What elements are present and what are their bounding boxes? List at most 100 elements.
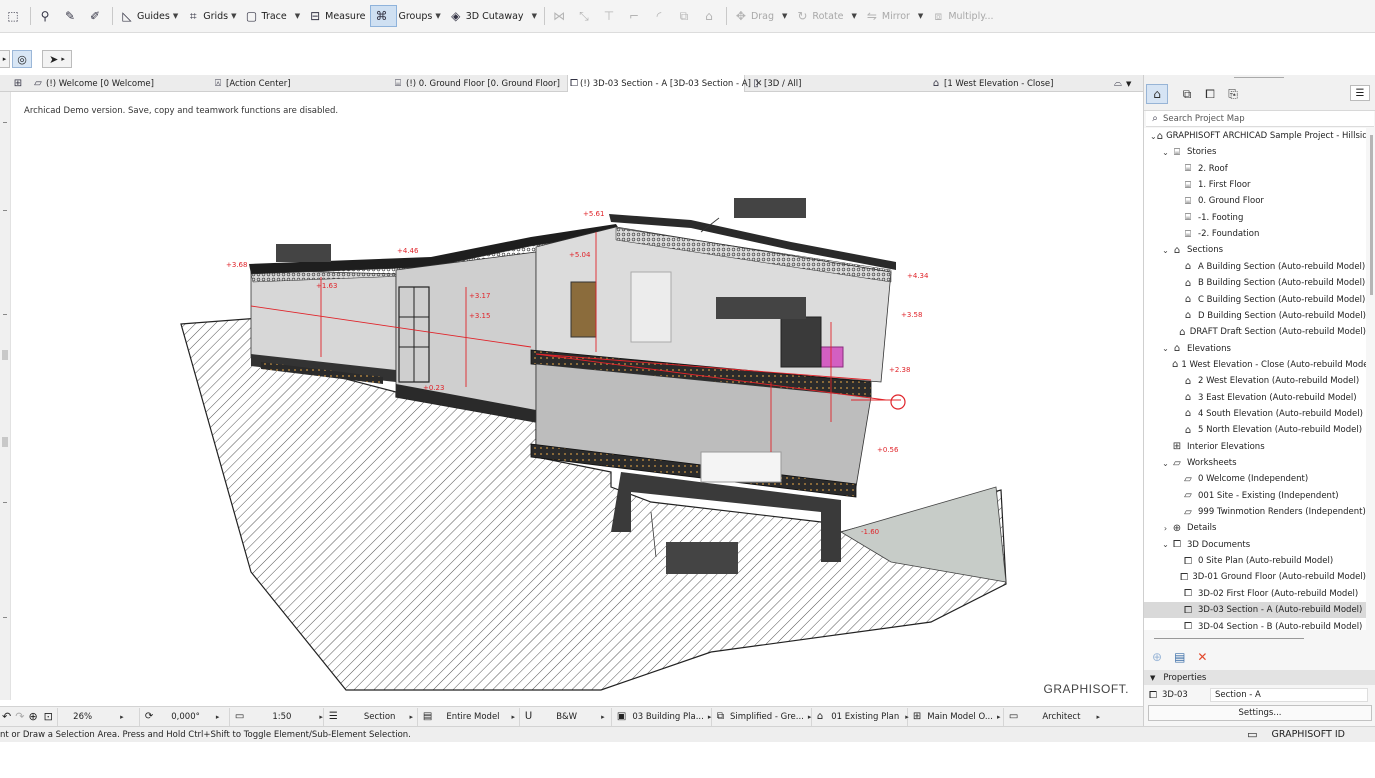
new-view-icon[interactable]: ⊕ [1152, 650, 1162, 664]
tab-overflow-menu[interactable]: ⌓ ▼ [1110, 75, 1142, 92]
tree-item[interactable]: ⌂ 4 South Elevation (Auto-rebuild Model) [1144, 406, 1366, 422]
tree-item[interactable]: ⌂ A Building Section (Auto-rebuild Model) [1144, 259, 1366, 275]
tree-item[interactable]: ⧠ 0 Site Plan (Auto-rebuild Model) [1144, 553, 1366, 569]
orientation-dropdown[interactable]: ⟳ 0,000° ▸ [140, 707, 230, 726]
inject-button[interactable]: ✐ [84, 5, 109, 27]
tree-item[interactable]: ⌂ 1 West Elevation - Close (Auto-rebuild … [1144, 357, 1366, 373]
tree-item[interactable]: ⌄ ⌂ Sections [1144, 242, 1366, 258]
tree-item[interactable]: ⌄ ⌸ Stories [1144, 144, 1366, 160]
tree-item[interactable]: ⌂ DRAFT Draft Section (Auto-rebuild Model… [1144, 324, 1366, 340]
redo-zoom-button[interactable]: ↷ [13, 708, 26, 726]
tab-layout-toggle[interactable]: ⊞ [10, 75, 28, 92]
chevron-down-icon[interactable]: ⌄ [1161, 540, 1170, 549]
chevron-down-icon[interactable]: ⌄ [1161, 344, 1170, 353]
tree-item[interactable]: ▱ 001 Site - Existing (Independent) [1144, 488, 1366, 504]
tree-item[interactable]: ⧠ 3D-03 Section - A (Auto-rebuild Model) [1144, 602, 1366, 619]
groups-label[interactable]: Groups ▼ [397, 5, 445, 27]
chevron-down-icon[interactable]: ▼ [782, 12, 787, 20]
tab-welcome[interactable]: ▱ (!) Welcome [0 Welcome] [30, 75, 205, 92]
tab-action-center[interactable]: ⍓ [Action Center] [210, 75, 385, 92]
arrow-tool-button[interactable]: ➤ ▸ [42, 50, 72, 68]
view-name-field[interactable]: Section - A [1210, 688, 1368, 702]
user-role-dropdown[interactable]: ▭ Architect ▸ [1004, 708, 1100, 726]
tree-item[interactable]: ⧠ 3D-02 First Floor (Auto-rebuild Model) [1144, 586, 1366, 602]
tab-west-elevation[interactable]: ⌂ [1 West Elevation - Close] [928, 75, 1108, 92]
tab-publisher-sets[interactable]: ⎘ [1222, 84, 1244, 104]
multiply-button[interactable]: ⧈ Multiply... [927, 5, 997, 27]
chevron-down-icon[interactable]: ⌄ [1161, 459, 1170, 468]
chevron-down-icon[interactable]: ▼ [435, 12, 440, 20]
dimension-standard-dropdown[interactable]: ⊞ Main Model O... ▸ [908, 707, 1004, 726]
chevron-down-icon[interactable]: ⌄ [1161, 148, 1170, 157]
grids-button[interactable]: ⌗ Grids ▼ [182, 5, 240, 27]
tree-item[interactable]: ⌂ D Building Section (Auto-rebuild Model) [1144, 308, 1366, 324]
delete-icon[interactable]: ✕ [1197, 650, 1207, 664]
tree-item[interactable]: ⌄ ▱ Worksheets [1144, 455, 1366, 471]
chevron-down-icon[interactable]: ⌄ [1161, 246, 1170, 255]
model-view-options-dropdown[interactable]: ⧉ Simplified - Gre... ▸ [712, 707, 812, 726]
tree-scrollbar[interactable] [1370, 135, 1373, 295]
project-map-search[interactable]: ⌕ Search Project Map [1146, 111, 1374, 127]
trace-button[interactable]: ▢ Trace ▼ [241, 5, 305, 27]
view-type-dropdown[interactable]: ☰ Section ▸ [324, 707, 418, 726]
layer-combination-dropdown[interactable]: ▣ 03 Building Pla... ▸ [612, 707, 712, 726]
tree-item[interactable]: ⌂ 3 East Elevation (Auto-rebuild Model) [1144, 390, 1366, 406]
pick-up-button[interactable]: ⚲ [34, 5, 59, 27]
3d-document-viewport[interactable]: Archicad Demo version. Save, copy and te… [10, 92, 1143, 700]
intersect-button[interactable]: ⊤ [598, 5, 623, 27]
tree-item[interactable]: ⌄ ⌂ Elevations [1144, 341, 1366, 357]
tree-item[interactable]: ⌂ 5 North Elevation (Auto-rebuild Model) [1144, 422, 1366, 438]
drag-button[interactable]: ✥ Drag ▼ [730, 5, 791, 27]
tab-layout-book[interactable]: ⧠ [1199, 84, 1221, 104]
tab-view-map[interactable]: ⧉ [1176, 84, 1198, 104]
chevron-right-icon[interactable]: › [1161, 524, 1170, 533]
mirror-button[interactable]: ⇋ Mirror ▼ [861, 5, 927, 27]
groups-button[interactable]: ⌘ [369, 5, 397, 27]
settings-icon[interactable]: ▤ [1174, 650, 1185, 664]
tree-item[interactable]: ▱ 0 Welcome (Independent) [1144, 471, 1366, 487]
select-tool-button[interactable]: ⬚ [2, 5, 27, 27]
properties-header[interactable]: ▼ Properties [1144, 670, 1375, 685]
offset-button[interactable]: ⋈ [548, 5, 573, 27]
elevate-button[interactable]: ⌂ [698, 5, 723, 27]
pen-set-dropdown[interactable]: ᑌ B&W ▸ [520, 707, 612, 726]
eyedropper-button[interactable]: ✎ [59, 5, 84, 27]
chevron-down-icon[interactable]: ▼ [532, 12, 537, 20]
tree-item[interactable]: ⌂ C Building Section (Auto-rebuild Model) [1144, 292, 1366, 308]
chevron-down-icon[interactable]: ▼ [852, 12, 857, 20]
fillet-button[interactable]: ⌐ [623, 5, 648, 27]
tree-item[interactable]: ▱ 999 Twinmotion Renders (Independent) [1144, 504, 1366, 520]
settings-button[interactable]: Settings... [1148, 705, 1372, 721]
renovation-filter-dropdown[interactable]: ⌂ 01 Existing Plan ▸ [812, 707, 909, 726]
tree-item[interactable]: ⌄ ⌂ GRAPHISOFT ARCHICAD Sample Project - H… [1144, 128, 1366, 144]
3d-cutaway-button[interactable]: ◈ 3D Cutaway ▼ [445, 5, 541, 27]
panel-drag-handle[interactable] [1234, 77, 1284, 78]
tab-ground-floor[interactable]: ⌸ (!) 0. Ground Floor [0. Ground Floor] [390, 75, 565, 92]
tab-3d-03-section-a[interactable]: ⧠ (!) 3D-03 Section - A [3D-03 Section - … [567, 75, 762, 92]
tree-item[interactable]: ⌂ 2 West Elevation (Auto-rebuild Model) [1144, 373, 1366, 389]
chevron-down-icon[interactable]: ▼ [295, 12, 300, 20]
adjust-button[interactable]: ⤡ [573, 5, 598, 27]
zoom-dropdown[interactable]: 26% ▸ [58, 707, 140, 726]
measure-button[interactable]: ⊟ Measure [304, 5, 369, 27]
scale-dropdown[interactable]: ▭ 1:50 ▸ [230, 707, 324, 726]
curve-button[interactable]: ◜ [648, 5, 673, 27]
tree-item[interactable]: ⌸ -2. Foundation [1144, 226, 1366, 242]
undo-zoom-button[interactable]: ↶ [0, 708, 13, 726]
tab-3d-all[interactable]: ▯ [3D / All] [748, 75, 923, 92]
tree-item[interactable]: ⊞ Interior Elevations [1144, 439, 1366, 455]
zoom-in-button[interactable]: ⊕ [26, 708, 39, 726]
navigator-menu-button[interactable]: ☰ [1350, 85, 1370, 101]
tree-item[interactable]: ⌄ ⧠ 3D Documents [1144, 537, 1366, 553]
tree-item[interactable]: ⧠ 3D-01 Ground Floor (Auto-rebuild Model) [1144, 569, 1366, 585]
tree-item[interactable]: ⌸ 2. Roof [1144, 161, 1366, 177]
rotate-button[interactable]: ↻ Rotate ▼ [791, 5, 861, 27]
tree-item[interactable]: › ⊕ Details [1144, 520, 1366, 536]
expand-arrow-button[interactable]: ▸ [0, 50, 10, 68]
tree-item[interactable]: ⌸ -1. Footing [1144, 210, 1366, 226]
chevron-down-icon[interactable]: ▼ [173, 12, 178, 20]
chevron-down-icon[interactable]: ▼ [231, 12, 236, 20]
tree-item[interactable]: ⌸ 1. First Floor [1144, 177, 1366, 193]
chevron-down-icon[interactable]: ▼ [918, 12, 923, 20]
tree-item[interactable]: ⌸ 0. Ground Floor [1144, 193, 1366, 209]
